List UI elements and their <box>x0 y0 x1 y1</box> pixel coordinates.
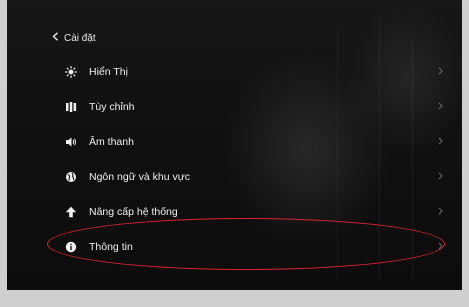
info-icon <box>65 241 77 253</box>
menu-item-display[interactable]: Hiển Thị <box>60 54 445 89</box>
chevron-right-icon <box>438 206 443 218</box>
back-button[interactable]: Cài đặt <box>52 32 96 44</box>
menu-item-label: Nâng cấp hệ thống <box>89 205 178 218</box>
photo-background: Cài đặt Hiển Thị Tùy chỉnh Âm thanh Ngôn… <box>0 0 469 307</box>
menu-item-label: Âm thanh <box>89 135 134 148</box>
globe-icon <box>65 171 77 183</box>
chevron-right-icon <box>438 241 443 253</box>
settings-menu: Hiển Thị Tùy chỉnh Âm thanh Ngôn ngữ và … <box>60 54 445 264</box>
chevron-right-icon <box>438 101 443 113</box>
menu-item-label: Hiển Thị <box>89 65 128 78</box>
speaker-icon <box>65 136 77 148</box>
customize-icon <box>65 101 77 113</box>
menu-item-label: Thông tin <box>89 240 133 253</box>
menu-item-label: Tùy chỉnh <box>89 100 135 113</box>
menu-item-system-upgrade[interactable]: Nâng cấp hệ thống <box>60 194 445 229</box>
menu-item-language-region[interactable]: Ngôn ngữ và khu vực <box>60 159 445 194</box>
upgrade-arrow-icon <box>65 206 77 218</box>
sun-icon <box>65 65 77 78</box>
chevron-right-icon <box>438 136 443 148</box>
menu-item-sound[interactable]: Âm thanh <box>60 124 445 159</box>
chevron-right-icon <box>438 171 443 183</box>
menu-item-customize[interactable]: Tùy chỉnh <box>60 89 445 124</box>
back-label: Cài đặt <box>64 32 96 44</box>
chevron-right-icon <box>438 66 443 78</box>
tv-screen: Cài đặt Hiển Thị Tùy chỉnh Âm thanh Ngôn… <box>7 0 462 290</box>
menu-item-info[interactable]: Thông tin <box>60 229 445 264</box>
menu-item-label: Ngôn ngữ và khu vực <box>89 170 191 183</box>
chevron-left-icon <box>52 32 59 44</box>
